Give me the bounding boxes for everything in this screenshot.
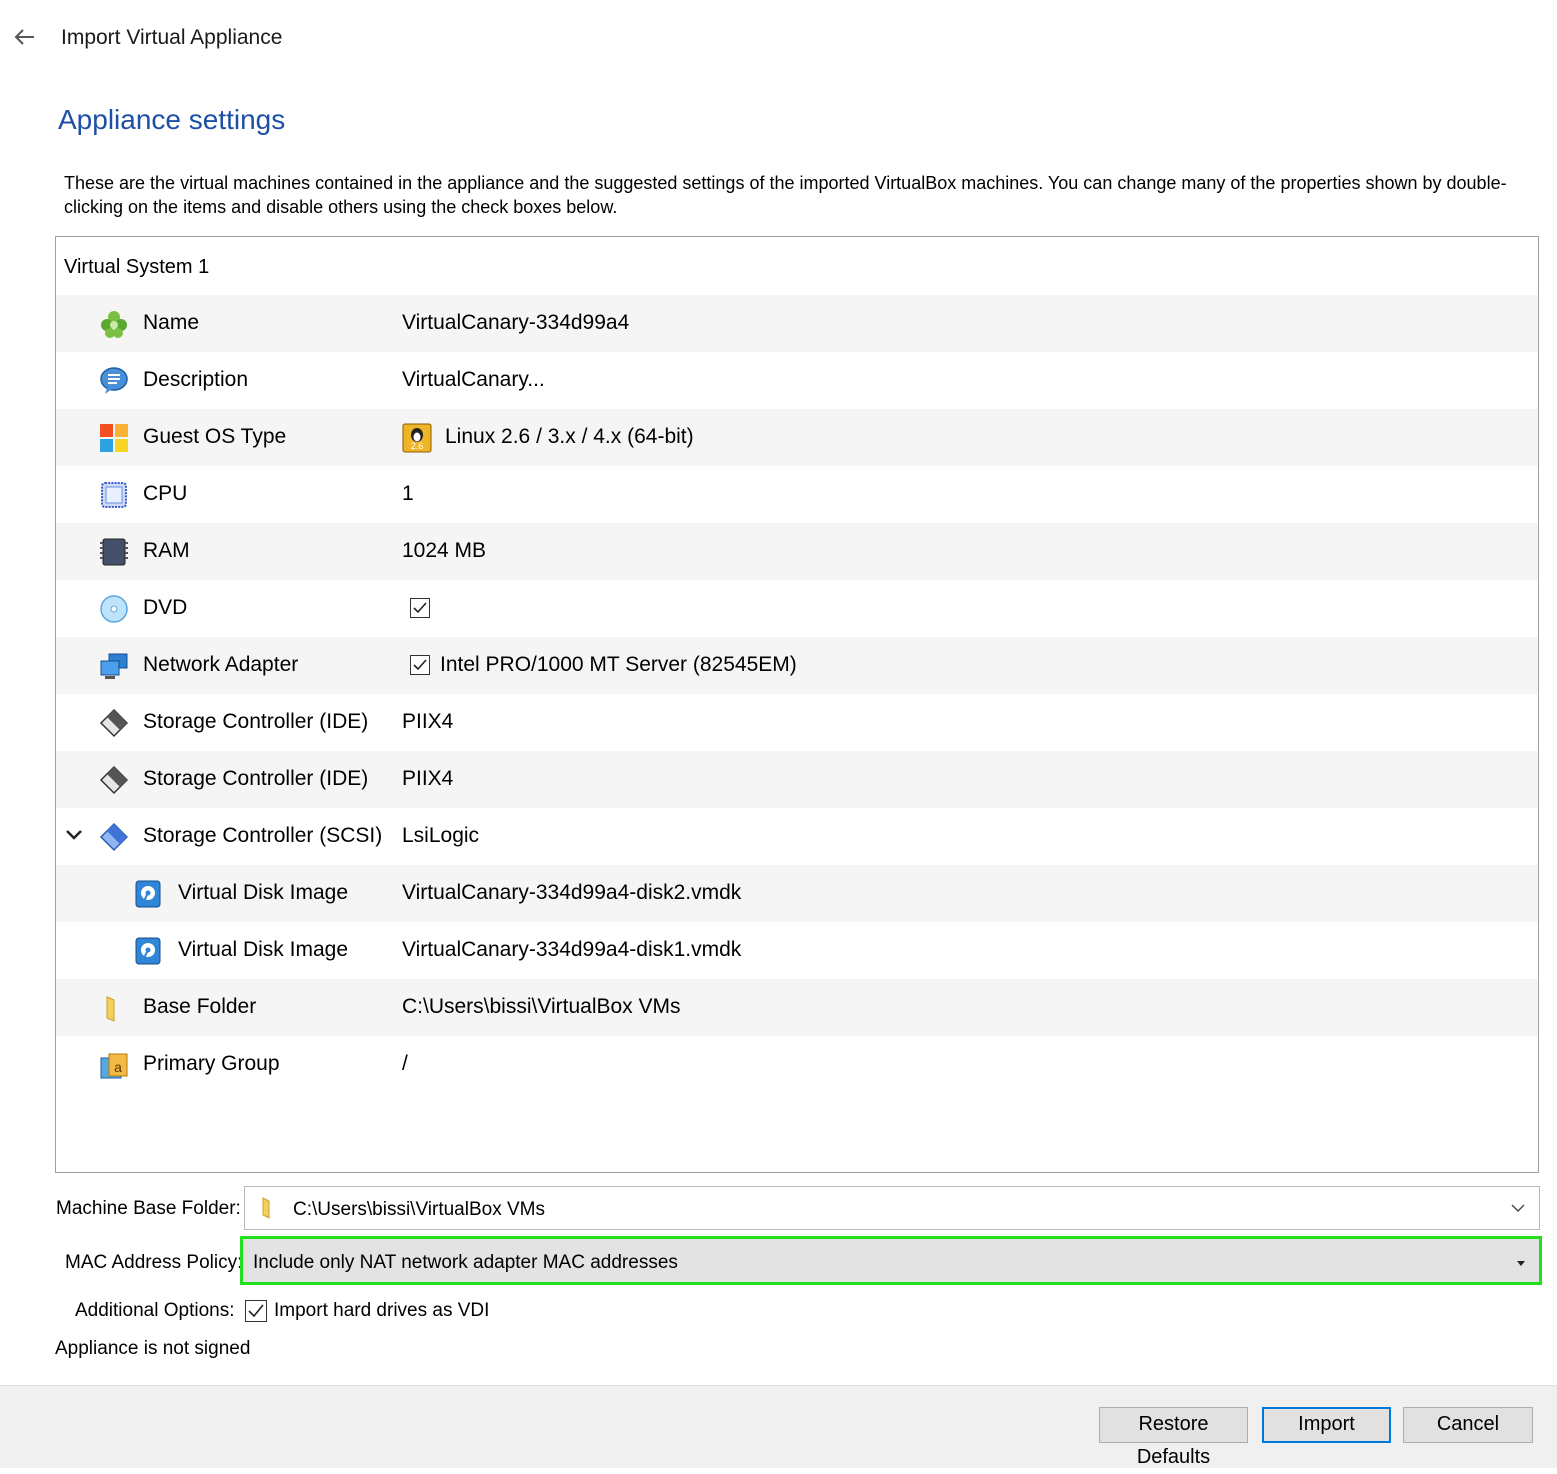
back-arrow-icon[interactable] bbox=[10, 22, 40, 52]
dvd-checkbox[interactable] bbox=[410, 598, 430, 618]
tree-row-value[interactable]: VirtualCanary-334d99a4-disk1.vmdk bbox=[402, 938, 741, 962]
tree-row-primary-group[interactable]: a Primary Group / bbox=[56, 1036, 1538, 1093]
tree-row-storage-scsi[interactable]: Storage Controller (SCSI) LsiLogic bbox=[56, 808, 1538, 865]
tree-row-cpu[interactable]: CPU 1 bbox=[56, 466, 1538, 523]
tree-row-label: Primary Group bbox=[143, 1052, 280, 1075]
ram-icon bbox=[99, 537, 129, 567]
chevron-down-icon[interactable] bbox=[1509, 1199, 1527, 1222]
tree-row-label: Virtual Disk Image bbox=[178, 881, 349, 904]
os-type-icon bbox=[99, 423, 129, 453]
tree-row-storage-ide[interactable]: Storage Controller (IDE) PIIX4 bbox=[56, 751, 1538, 808]
machine-base-folder-value: C:\Users\bissi\VirtualBox VMs bbox=[293, 1199, 545, 1220]
svg-text:a: a bbox=[114, 1059, 122, 1075]
tree-row-base-folder[interactable]: Base Folder C:\Users\bissi\VirtualBox VM… bbox=[56, 979, 1538, 1036]
tree-row-value[interactable]: LsiLogic bbox=[402, 824, 479, 848]
machine-base-folder-combo[interactable]: C:\Users\bissi\VirtualBox VMs bbox=[244, 1186, 1540, 1230]
linux-icon-version: 2.6 bbox=[411, 441, 424, 451]
dvd-icon bbox=[99, 594, 129, 624]
tree-row-value[interactable]: VirtualCanary-334d99a4 bbox=[402, 311, 629, 335]
virtual-system-label[interactable]: Virtual System 1 bbox=[64, 256, 209, 279]
tree-row-label: DVD bbox=[143, 596, 188, 619]
folder-icon bbox=[257, 1196, 279, 1225]
ide-controller-icon bbox=[99, 708, 129, 738]
import-vdi-checkbox[interactable] bbox=[245, 1300, 267, 1322]
network-adapter-icon bbox=[99, 651, 129, 681]
tree-row-dvd[interactable]: DVD bbox=[56, 580, 1538, 637]
tree-row-label: Network Adapter bbox=[143, 653, 299, 676]
tree-row-label: Storage Controller (SCSI) bbox=[143, 824, 383, 847]
tree-row-description[interactable]: Description VirtualCanary... bbox=[56, 352, 1538, 409]
mac-address-policy-label: MAC Address Policy: bbox=[65, 1252, 243, 1273]
name-icon bbox=[99, 309, 129, 339]
tree-row-virtual-disk[interactable]: Virtual Disk Image VirtualCanary-334d99a… bbox=[56, 865, 1538, 922]
linux-icon: 2.6 bbox=[402, 423, 432, 453]
mac-address-policy-select[interactable]: Include only NAT network adapter MAC add… bbox=[240, 1236, 1542, 1285]
ide-controller-icon bbox=[99, 765, 129, 795]
tree-row-network-adapter[interactable]: Network Adapter Intel PRO/1000 MT Server… bbox=[56, 637, 1538, 694]
machine-base-folder-label: Machine Base Folder: bbox=[56, 1198, 241, 1219]
tree-row-value[interactable]: 1024 MB bbox=[402, 539, 486, 563]
cancel-button[interactable]: Cancel bbox=[1403, 1407, 1533, 1443]
description-icon bbox=[99, 366, 129, 396]
tree-row-value[interactable]: 1 bbox=[402, 482, 414, 506]
dropdown-arrow-icon[interactable] bbox=[1515, 1255, 1527, 1273]
tree-row-label: Base Folder bbox=[143, 995, 257, 1018]
scsi-controller-icon bbox=[99, 822, 129, 852]
tree-row-value[interactable]: PIIX4 bbox=[402, 767, 453, 791]
mac-address-policy-value: Include only NAT network adapter MAC add… bbox=[253, 1252, 678, 1273]
tree-row-label: Storage Controller (IDE) bbox=[143, 767, 369, 790]
disk-image-icon bbox=[134, 936, 164, 966]
page-description: These are the virtual machines contained… bbox=[64, 173, 1507, 217]
tree-row-label: RAM bbox=[143, 539, 190, 562]
additional-options-label: Additional Options: bbox=[75, 1300, 235, 1321]
chevron-down-icon[interactable] bbox=[63, 824, 85, 846]
cpu-icon bbox=[99, 480, 129, 510]
tree-row-label: CPU bbox=[143, 482, 188, 505]
import-vdi-label[interactable]: Import hard drives as VDI bbox=[274, 1300, 489, 1322]
appliance-settings-tree[interactable]: Virtual System 1 Name VirtualCanary-334d… bbox=[55, 236, 1539, 1173]
tree-row-ram[interactable]: RAM 1024 MB bbox=[56, 523, 1538, 580]
tree-row-virtual-disk[interactable]: Virtual Disk Image VirtualCanary-334d99a… bbox=[56, 922, 1538, 979]
import-button[interactable]: Import bbox=[1262, 1407, 1391, 1443]
tree-row-value[interactable]: VirtualCanary-334d99a4-disk2.vmdk bbox=[402, 881, 741, 905]
tree-row-value[interactable]: Intel PRO/1000 MT Server (82545EM) bbox=[440, 653, 797, 677]
tree-row-value[interactable]: C:\Users\bissi\VirtualBox VMs bbox=[402, 995, 681, 1019]
signature-status: Appliance is not signed bbox=[55, 1338, 251, 1359]
tree-row-label: Description bbox=[143, 368, 249, 391]
tree-row-value[interactable]: PIIX4 bbox=[402, 710, 453, 734]
group-icon: a bbox=[99, 1050, 129, 1080]
network-adapter-checkbox[interactable] bbox=[410, 655, 430, 675]
folder-icon bbox=[99, 993, 129, 1023]
tree-row-value[interactable]: VirtualCanary... bbox=[402, 368, 545, 392]
window-title: Import Virtual Appliance bbox=[61, 26, 283, 49]
tree-row-name[interactable]: Name VirtualCanary-334d99a4 bbox=[56, 295, 1538, 352]
tree-row-value[interactable]: Linux 2.6 / 3.x / 4.x (64-bit) bbox=[445, 425, 694, 449]
restore-defaults-button[interactable]: Restore Defaults bbox=[1099, 1407, 1248, 1468]
disk-image-icon bbox=[134, 879, 164, 909]
tree-row-label: Virtual Disk Image bbox=[178, 938, 349, 961]
page-heading: Appliance settings bbox=[58, 104, 286, 135]
tree-row-value[interactable]: / bbox=[402, 1052, 408, 1076]
tree-row-label: Guest OS Type bbox=[143, 425, 287, 448]
tree-row-label: Name bbox=[143, 311, 200, 334]
tree-row-guest-os-type[interactable]: Guest OS Type 2.6 Linux 2.6 / 3.x / 4.x … bbox=[56, 409, 1538, 466]
tree-row-storage-ide[interactable]: Storage Controller (IDE) PIIX4 bbox=[56, 694, 1538, 751]
tree-row-label: Storage Controller (IDE) bbox=[143, 710, 369, 733]
